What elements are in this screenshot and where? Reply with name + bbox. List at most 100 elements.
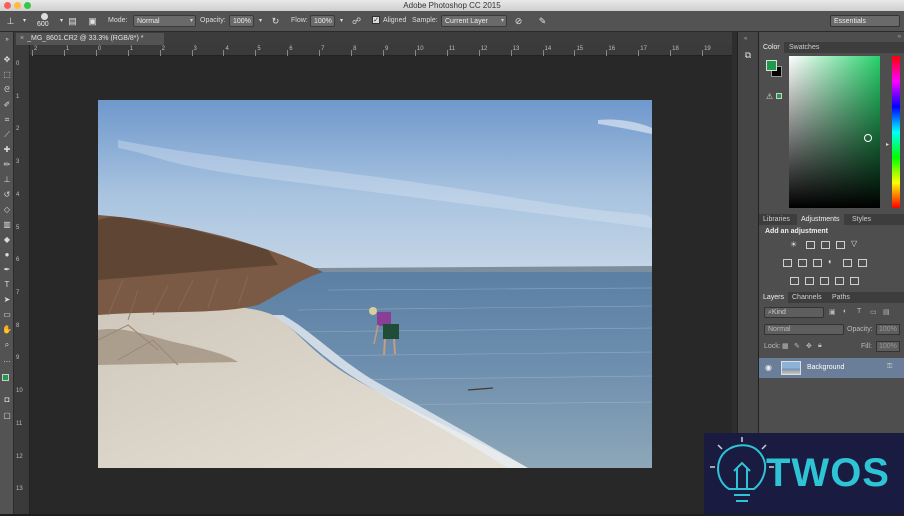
sample-select[interactable]: Current Layer ▾ (441, 15, 507, 27)
fill-input[interactable]: 100% (876, 341, 900, 352)
toggle-brush-panel-icon[interactable]: ▤ (66, 15, 79, 28)
quick-mask-icon[interactable]: ◘ (1, 394, 13, 406)
vibrance-icon[interactable]: ▽ (851, 239, 857, 248)
clone-stamp-tool-icon[interactable]: ⊥ (1, 174, 13, 186)
color-lookup-icon[interactable] (858, 259, 867, 267)
history-brush-tool-icon[interactable]: ↺ (1, 189, 13, 201)
flow-value: 100% (314, 18, 332, 25)
photo-filter-icon[interactable]: ◐ (828, 257, 833, 266)
zoom-window-icon[interactable] (24, 2, 31, 9)
hand-tool-icon[interactable]: ✋ (1, 324, 13, 336)
screen-mode-icon[interactable]: ▢ (1, 410, 13, 422)
color-balance-icon[interactable] (798, 259, 807, 267)
gradient-map-icon[interactable] (850, 277, 859, 285)
mode-select[interactable]: Normal ▾ (133, 15, 196, 27)
toolbar-collapse-icon[interactable]: » (1, 34, 13, 46)
selective-color-icon[interactable] (835, 277, 844, 285)
watermark-text: TWOS (766, 451, 890, 495)
flow-input[interactable]: 100% (310, 15, 335, 27)
layer-opacity-input[interactable]: 100% (876, 324, 900, 335)
airbrush-icon[interactable]: ☍ (350, 15, 363, 28)
crop-tool-icon[interactable]: ⌗ (1, 114, 13, 126)
tab-styles[interactable]: Styles (848, 214, 875, 225)
brightness-contrast-icon[interactable]: ☀ (790, 240, 797, 249)
panel-collapse-icon[interactable]: » (898, 34, 901, 40)
type-tool-icon[interactable]: T (1, 279, 13, 291)
layer-visibility-eye-icon[interactable]: ◉ (765, 363, 772, 372)
lock-all-icon[interactable]: 🔒︎ (818, 342, 822, 350)
eraser-tool-icon[interactable]: ◇ (1, 204, 13, 216)
levels-icon[interactable] (806, 241, 815, 249)
ruler-h-tick: 19 (704, 46, 711, 52)
brush-preset-picker[interactable]: 600 (35, 13, 55, 30)
lock-position-icon[interactable]: ✥ (806, 342, 812, 350)
toggle-clone-source-panel-icon[interactable]: ▣ (86, 15, 99, 28)
filter-adjustment-icon[interactable]: ◐ (843, 308, 847, 315)
filter-smart-object-icon[interactable]: ▤ (883, 308, 890, 316)
history-panel-icon[interactable]: ⧉ (742, 49, 754, 61)
more-tools-icon[interactable]: … (1, 354, 13, 366)
minimize-window-icon[interactable] (14, 2, 21, 9)
color-field[interactable] (789, 56, 880, 208)
tab-layers[interactable]: Layers (759, 292, 789, 303)
clone-stamp-tool-icon[interactable]: ⊥ (4, 15, 17, 28)
workspace-switcher[interactable]: Essentials (830, 15, 900, 27)
hue-slider-handle-icon[interactable]: ▸ (886, 141, 889, 148)
filter-shape-icon[interactable]: ▭ (870, 308, 877, 316)
layer-row-background[interactable]: ◉ Background ⚿ (759, 358, 904, 378)
tab-adjustments[interactable]: Adjustments (797, 214, 844, 225)
tab-libraries[interactable]: Libraries (759, 214, 794, 225)
channel-mixer-icon[interactable] (843, 259, 852, 267)
color-picker-marker[interactable] (864, 134, 872, 142)
ignore-adjustment-layers-icon[interactable]: ⊘ (512, 15, 525, 28)
rectangle-tool-icon[interactable]: ▭ (1, 309, 13, 321)
lock-transparent-icon[interactable]: ▦ (782, 342, 789, 350)
tab-paths[interactable]: Paths (828, 292, 854, 303)
layer-filter-select[interactable]: ⌕Kind (764, 307, 824, 318)
path-selection-tool-icon[interactable]: ➤ (1, 294, 13, 306)
pressure-size-icon[interactable]: ✎ (536, 15, 549, 28)
blend-mode-select[interactable]: Normal (764, 324, 844, 335)
tool-preset-arrow-icon[interactable]: ▾ (18, 15, 31, 28)
tab-swatches[interactable]: Swatches (785, 42, 823, 53)
document-canvas[interactable] (98, 100, 652, 468)
lock-image-icon[interactable]: ✎ (794, 342, 800, 350)
hue-saturation-icon[interactable] (783, 259, 792, 267)
tab-channels[interactable]: Channels (788, 292, 826, 303)
foreground-color-swatch[interactable] (2, 374, 9, 381)
curves-icon[interactable] (821, 241, 830, 249)
move-tool-icon[interactable]: ✥ (1, 54, 13, 66)
close-tab-icon[interactable]: × (20, 35, 24, 42)
tab-color[interactable]: Color (759, 42, 784, 53)
invert-icon[interactable] (790, 277, 799, 285)
marquee-tool-icon[interactable]: ⬚ (1, 69, 13, 81)
brush-tip-icon (41, 13, 48, 20)
document-tab[interactable]: × _MG_8601.CR2 @ 33.3% (RGB/8*) * (16, 33, 164, 45)
brush-tool-icon[interactable]: ✏ (1, 159, 13, 171)
gradient-tool-icon[interactable]: ▥ (1, 219, 13, 231)
blur-tool-icon[interactable]: ◆ (1, 234, 13, 246)
filter-pixel-icon[interactable]: ▣ (829, 308, 836, 316)
dodge-tool-icon[interactable]: ● (1, 249, 13, 261)
black-white-icon[interactable] (813, 259, 822, 267)
close-window-icon[interactable] (4, 2, 11, 9)
panel-foreground-swatch[interactable] (766, 60, 777, 71)
aligned-checkbox[interactable]: ✓ (372, 16, 380, 24)
pressure-opacity-icon[interactable]: ↻ (269, 15, 282, 28)
in-gamut-swatch[interactable] (776, 93, 782, 99)
posterize-icon[interactable] (805, 277, 814, 285)
healing-brush-tool-icon[interactable]: ✚ (1, 144, 13, 156)
flow-slider-arrow-icon[interactable]: ▾ (335, 15, 348, 28)
pen-tool-icon[interactable]: ✒ (1, 264, 13, 276)
filter-type-icon[interactable]: T (857, 308, 861, 315)
hue-slider[interactable] (892, 56, 900, 208)
zoom-tool-icon[interactable]: ⌕ (1, 339, 13, 351)
opacity-input[interactable]: 100% (229, 15, 254, 27)
quick-selection-tool-icon[interactable]: ✐ (1, 99, 13, 111)
lasso-tool-icon[interactable]: ᘓ (1, 84, 13, 96)
eyedropper-tool-icon[interactable]: ⟋ (1, 129, 13, 141)
dock-expand-icon[interactable]: « (744, 36, 747, 42)
threshold-icon[interactable] (820, 277, 829, 285)
opacity-slider-arrow-icon[interactable]: ▾ (254, 15, 267, 28)
exposure-icon[interactable] (836, 241, 845, 249)
